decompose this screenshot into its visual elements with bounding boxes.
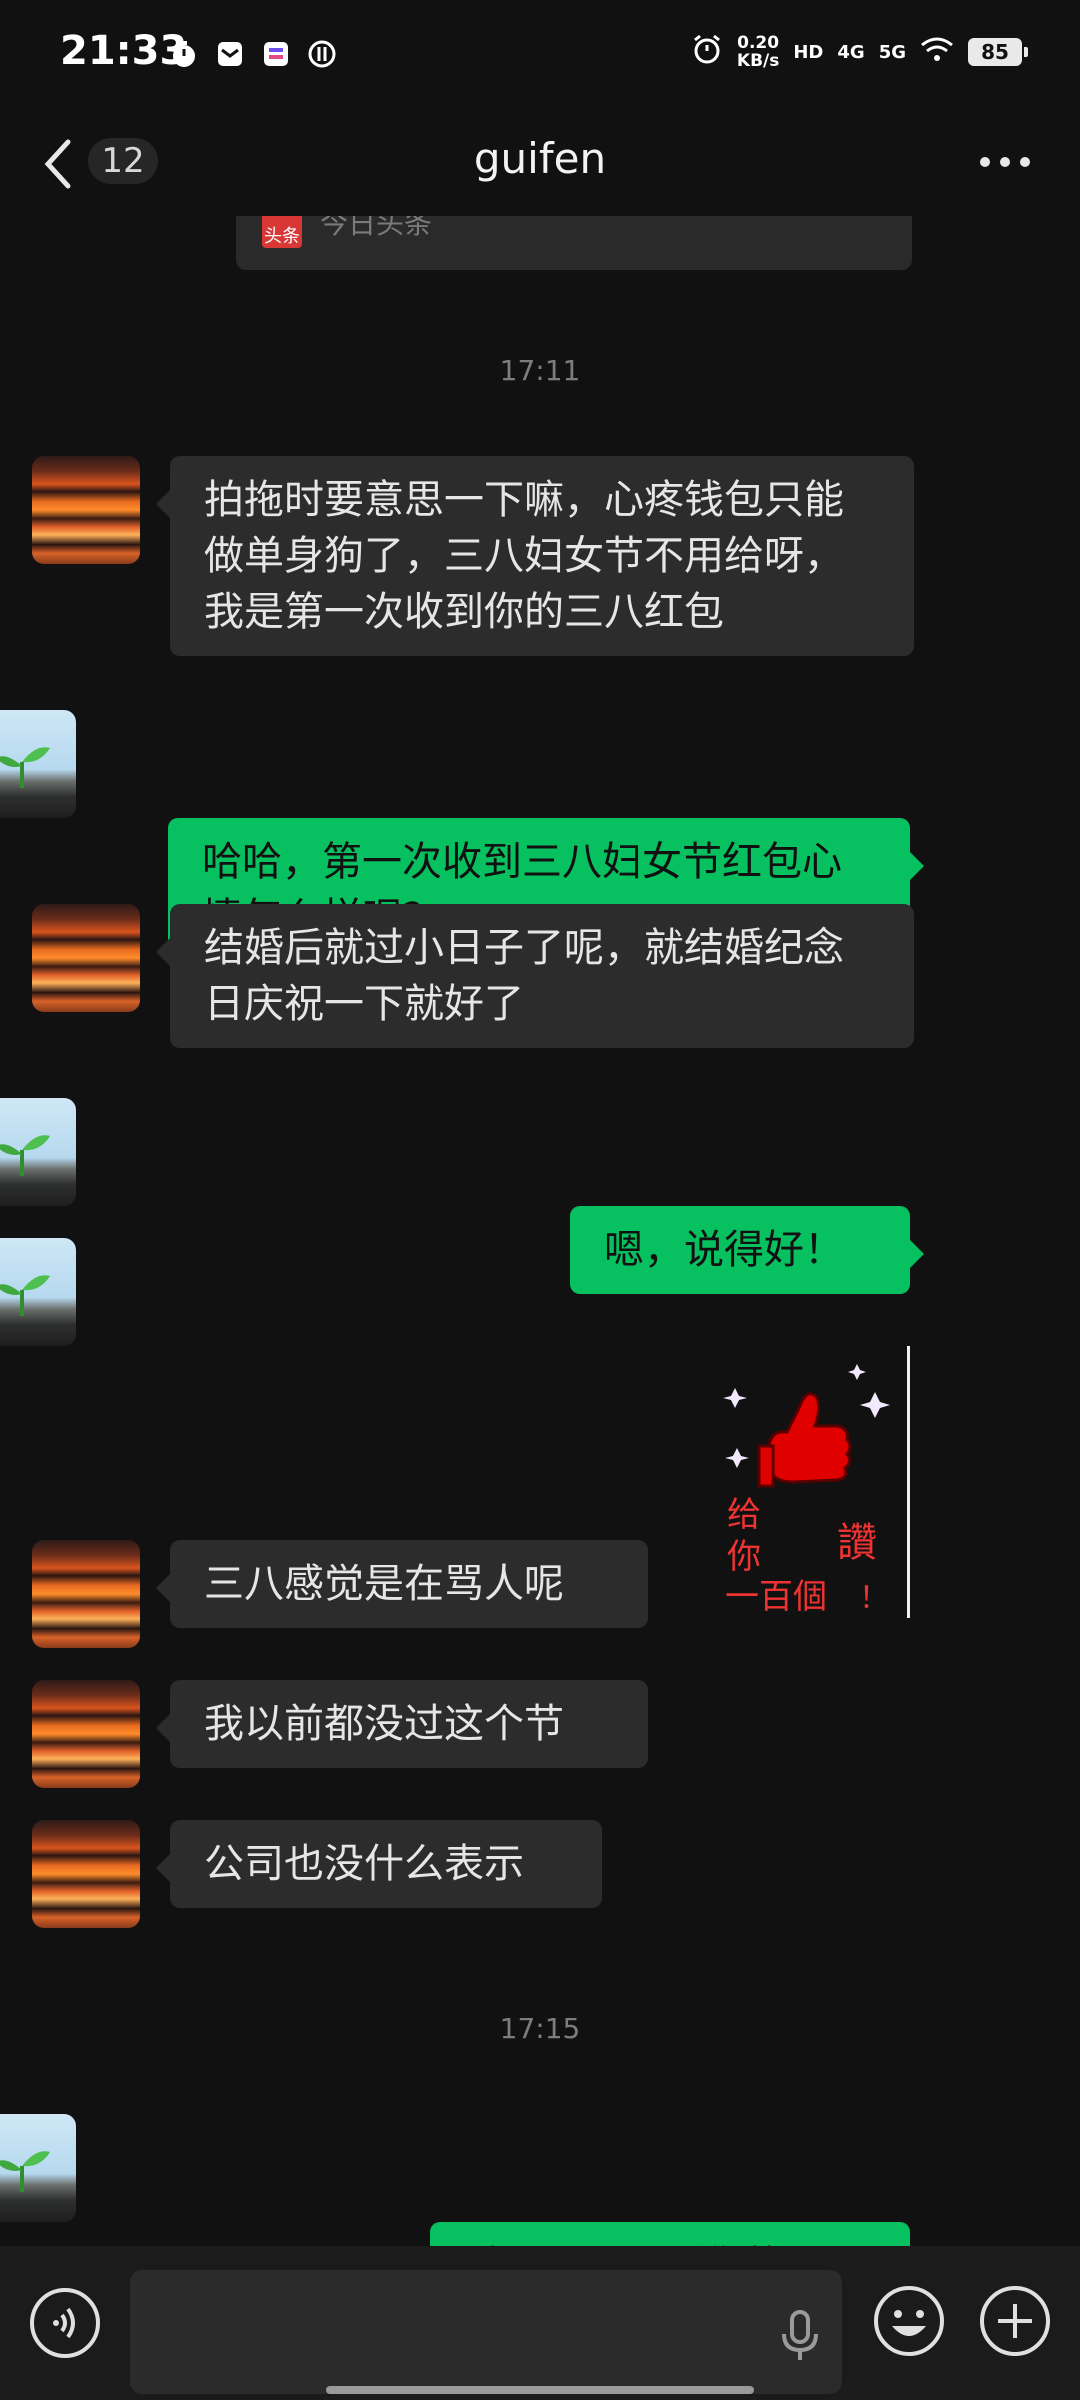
message-input[interactable] <box>130 2270 842 2394</box>
contact-avatar[interactable] <box>32 456 140 564</box>
plus-icon[interactable] <box>978 2284 1052 2358</box>
message-row: 给 你 一百個 讚 ！ <box>0 1238 1080 1618</box>
more-icon[interactable] <box>980 150 1040 174</box>
hd-indicator: HD <box>793 41 824 63</box>
message-bubble-incoming[interactable]: 公司也没什么表示 <box>156 1820 602 1908</box>
my-avatar[interactable] <box>0 710 76 818</box>
shared-card-source: 今日头条 <box>320 216 433 240</box>
message-bubble-incoming[interactable]: 拍拖时要意思一下嘛，心疼钱包只能做单身狗了，三八妇女节不用给呀，我是第一次收到你… <box>156 456 914 656</box>
chat-title: guifen <box>473 134 607 183</box>
status-right: 0.20 KB/s HD 4G 5G 85 <box>691 33 1028 71</box>
timer-icon <box>168 38 200 70</box>
message-row: 哦，那以后听你的！ <box>0 2114 1080 2310</box>
contact-avatar[interactable] <box>32 904 140 1012</box>
mail-icon <box>214 38 246 70</box>
app-icon <box>260 38 292 70</box>
mic-icon[interactable] <box>770 2304 830 2370</box>
svg-text:！: ！ <box>859 1581 889 1616</box>
message-bubble-incoming[interactable]: 三八感觉是在骂人呢 <box>156 1540 648 1628</box>
shared-link-card[interactable]: 头条 今日头条 <box>236 216 912 270</box>
svg-text:你: 你 <box>727 1537 761 1577</box>
emoji-icon[interactable] <box>872 2284 946 2358</box>
chat-header: 12 guifen <box>0 110 1080 216</box>
my-avatar[interactable] <box>0 1238 76 1346</box>
toutiao-logo-icon: 头条 <box>262 216 302 248</box>
my-avatar[interactable] <box>0 1098 76 1206</box>
voice-icon[interactable] <box>30 2288 100 2358</box>
message-bubble-incoming[interactable]: 我以前都没过这个节 <box>156 1680 648 1768</box>
vpn-icon <box>306 38 338 70</box>
signal-5g: 5G <box>878 41 906 63</box>
input-bar <box>0 2246 1080 2400</box>
contact-avatar[interactable] <box>32 1540 140 1648</box>
my-avatar[interactable] <box>0 2114 76 2222</box>
message-bubble-incoming[interactable]: 结婚后就过小日子了呢，就结婚纪念日庆祝一下就好了 <box>156 904 914 1048</box>
svg-text:一百個: 一百個 <box>725 1577 827 1617</box>
message-row: 嗯，说得好！ <box>0 1098 1080 1294</box>
battery-indicator: 85 <box>968 38 1028 66</box>
sticker-message[interactable]: 给 你 一百個 讚 ！ <box>707 1346 910 1618</box>
status-bar: 21:33 0.20 KB/s HD 4G 5G 85 <box>0 0 1080 110</box>
contact-avatar[interactable] <box>32 1680 140 1788</box>
contact-avatar[interactable] <box>32 1820 140 1928</box>
notification-icons <box>168 38 338 70</box>
thumbs-up-icon: 给 你 一百個 讚 ！ <box>723 1364 890 1617</box>
message-row: 哈哈，第一次收到三八妇女节红包心情怎么样呢? <box>0 710 1080 962</box>
home-indicator[interactable] <box>326 2386 754 2394</box>
network-speed: 0.20 KB/s <box>736 33 780 71</box>
alarm-icon <box>691 34 723 70</box>
svg-text:讚: 讚 <box>837 1520 877 1566</box>
svg-text:给: 给 <box>727 1495 761 1535</box>
signal-4g: 4G <box>837 41 865 63</box>
timestamp: 17:11 <box>499 354 581 387</box>
timestamp: 17:15 <box>499 2012 581 2045</box>
wifi-icon <box>920 36 954 68</box>
